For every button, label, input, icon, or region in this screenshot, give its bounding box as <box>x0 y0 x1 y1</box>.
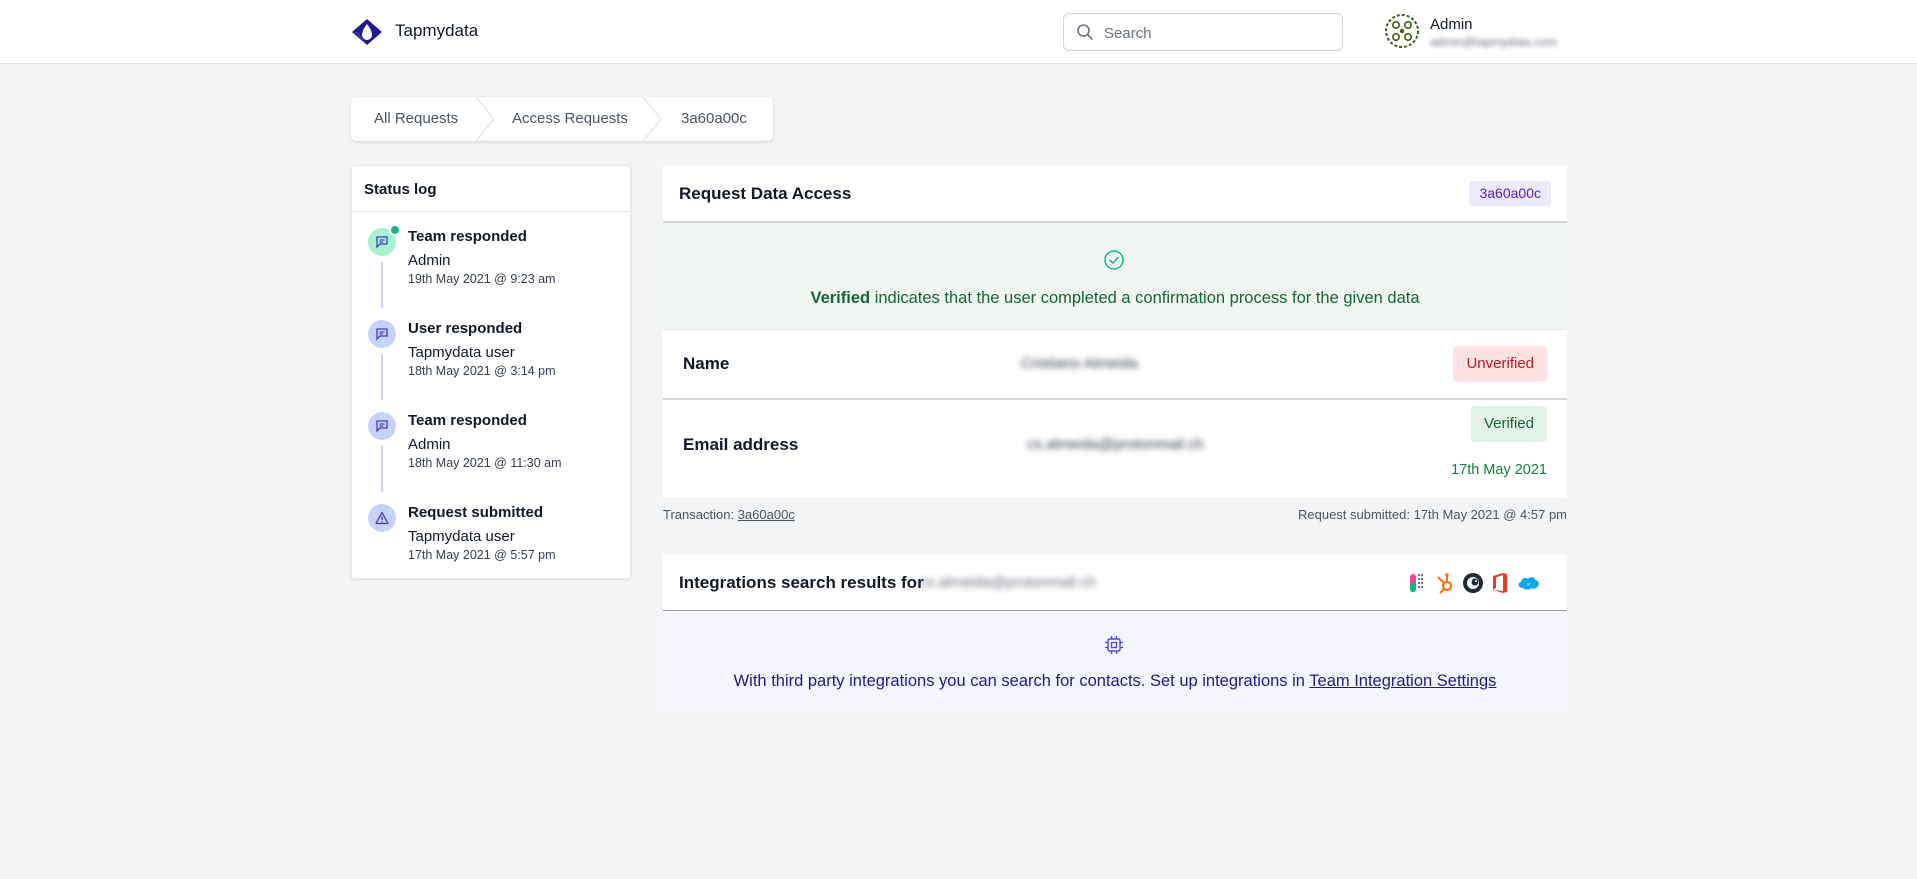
breadcrumb-chevron-icon <box>642 97 662 141</box>
integrations-title: Integrations search results for <box>679 573 924 592</box>
transaction-link[interactable]: 3a60a00c <box>738 507 795 522</box>
mailchimp-icon[interactable] <box>1463 573 1483 593</box>
transaction-info: Transaction: 3a60a00c <box>663 507 795 522</box>
name-label: Name <box>683 354 730 373</box>
breadcrumb-access-requests[interactable]: Access Requests <box>512 97 628 141</box>
user-email: admin@tapmydata.com <box>1430 35 1557 49</box>
verified-keyword: Verified <box>810 289 871 307</box>
integrations-info-message: With third party integrations you can se… <box>733 672 1310 690</box>
name-row: Name Cristiano Almeida Unverified <box>663 330 1567 400</box>
breadcrumb-current[interactable]: 3a60a00c <box>681 97 747 141</box>
email-value: cs.almeida@protonmail.ch <box>1027 436 1204 453</box>
status-log-panel: Status log Team responded Admin 19th May… <box>351 165 631 579</box>
status-log-title: Status log <box>352 166 630 212</box>
log-item-actor: Admin <box>408 252 451 269</box>
search-box[interactable] <box>1063 13 1343 51</box>
chat-icon <box>368 412 396 440</box>
email-row: Email address cs.almeida@protonmail.ch V… <box>663 402 1567 498</box>
request-card: Request Data Access 3a60a00c Verified in… <box>663 165 1567 498</box>
chat-icon <box>368 320 396 348</box>
log-item-date: 19th May 2021 @ 9:23 am <box>408 272 556 286</box>
cpu-chip-icon <box>1105 636 1123 654</box>
log-item-date: 17th May 2021 @ 5:57 pm <box>408 548 556 562</box>
verified-date: 17th May 2021 <box>1451 462 1547 478</box>
office-icon[interactable] <box>1493 573 1507 593</box>
intercom-icon[interactable] <box>1410 574 1423 592</box>
integrations-info-text: With third party integrations you can se… <box>663 672 1567 691</box>
verified-info-banner: Verified indicates that the user complet… <box>663 223 1567 330</box>
tapmydata-logo[interactable] <box>350 17 384 47</box>
avatar[interactable] <box>1385 14 1419 48</box>
timeline-line <box>381 354 383 400</box>
email-label: Email address <box>683 435 799 454</box>
request-title: Request Data Access <box>679 184 852 203</box>
salesforce-icon[interactable]: sf <box>1518 577 1539 590</box>
hubspot-icon[interactable] <box>1437 573 1453 594</box>
request-submitted-info: Request submitted: 17th May 2021 @ 4:57 … <box>1297 507 1567 522</box>
search-icon <box>1077 24 1093 40</box>
unverified-badge: Unverified <box>1453 346 1547 382</box>
integrations-info-banner: With third party integrations you can se… <box>663 611 1567 711</box>
integration-logos: sf <box>1410 573 1539 594</box>
verified-info-rest: indicates that the user completed a conf… <box>870 289 1420 307</box>
name-value: Cristiano Almeida <box>1021 355 1138 372</box>
breadcrumb-chevron-icon <box>475 97 495 141</box>
log-item-title: User responded <box>408 320 523 337</box>
timeline-line <box>381 446 383 492</box>
active-status-dot <box>389 224 401 236</box>
user-name: Admin <box>1430 16 1473 33</box>
request-id-badge: 3a60a00c <box>1469 181 1551 206</box>
integrations-card: Integrations search results for cs.almei… <box>663 554 1567 711</box>
log-item-date: 18th May 2021 @ 3:14 pm <box>408 364 556 378</box>
breadcrumb: All Requests Access Requests 3a60a00c <box>351 97 773 141</box>
integrations-search-email: cs.almeida@protonmail.ch <box>919 574 1096 591</box>
request-header: Request Data Access 3a60a00c <box>663 165 1567 223</box>
integrations-header: Integrations search results for cs.almei… <box>663 554 1567 611</box>
log-item-actor: Tapmydata user <box>408 344 515 361</box>
log-item-title: Request submitted <box>408 504 544 521</box>
team-integration-settings-link[interactable]: Team Integration Settings <box>1309 672 1496 690</box>
top-bar: Tapmydata Admin admin@tapmydata.com <box>0 0 1917 64</box>
log-item-actor: Tapmydata user <box>408 528 515 545</box>
search-input[interactable] <box>1104 22 1324 44</box>
timeline-line <box>381 262 383 308</box>
verified-info-text: Verified indicates that the user complet… <box>663 289 1567 308</box>
log-item-title: Team responded <box>408 412 527 429</box>
verified-badge: Verified <box>1470 406 1547 442</box>
log-item-title: Team responded <box>408 228 527 245</box>
log-item-date: 18th May 2021 @ 11:30 am <box>408 456 562 470</box>
check-circle-icon <box>1104 250 1124 270</box>
log-item-actor: Admin <box>408 436 451 453</box>
breadcrumb-all-requests[interactable]: All Requests <box>374 97 458 141</box>
warning-triangle-icon <box>368 504 396 532</box>
transaction-label: Transaction: <box>663 507 735 522</box>
app-name: Tapmydata <box>395 21 479 40</box>
